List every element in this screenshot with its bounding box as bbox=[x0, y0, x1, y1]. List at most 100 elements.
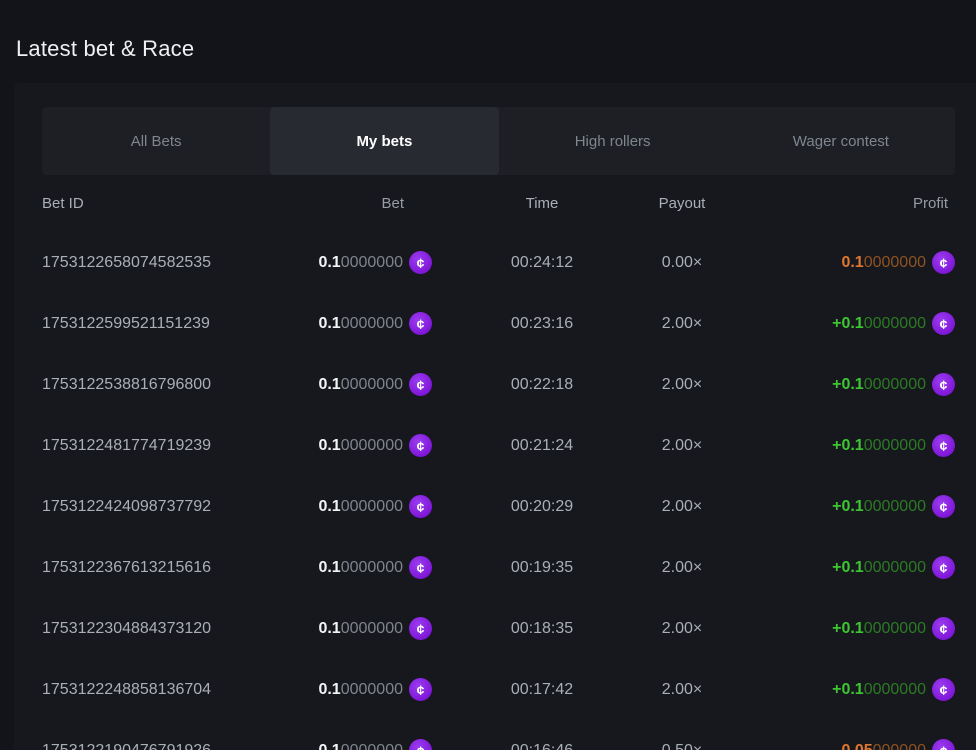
bet-profit: +0.10000000 ¢ bbox=[712, 373, 955, 396]
tab-all-bets[interactable]: All Bets bbox=[42, 107, 270, 175]
bet-id: 1753122481774719239 bbox=[42, 437, 282, 455]
bet-id: 1753122599521151239 bbox=[42, 315, 282, 333]
coin-icon: ¢ bbox=[409, 251, 432, 274]
tab-bar: All BetsMy betsHigh rollersWager contest bbox=[42, 107, 955, 175]
profit-significant: 0.1 bbox=[841, 254, 863, 271]
column-header-bet-id: Bet ID bbox=[42, 195, 282, 212]
table-row[interactable]: 1753122367613215616 0.10000000 ¢ 00:19:3… bbox=[42, 537, 955, 598]
bet-amount: 0.10000000 ¢ bbox=[282, 739, 432, 750]
table-row[interactable]: 1753122424098737792 0.10000000 ¢ 00:20:2… bbox=[42, 476, 955, 537]
bet-payout: 2.00× bbox=[652, 498, 712, 516]
bet-amount-significant: 0.1 bbox=[318, 620, 340, 637]
profit-zeros: 0000000 bbox=[864, 620, 926, 637]
coin-icon: ¢ bbox=[409, 373, 432, 396]
coin-icon: ¢ bbox=[409, 739, 432, 750]
profit-zeros: 0000000 bbox=[864, 559, 926, 576]
tab-high-rollers[interactable]: High rollers bbox=[499, 107, 727, 175]
bet-payout: 2.00× bbox=[652, 681, 712, 699]
coin-icon: ¢ bbox=[409, 434, 432, 457]
tab-my-bets[interactable]: My bets bbox=[270, 107, 498, 175]
profit-significant: +0.1 bbox=[832, 498, 864, 515]
bet-time: 00:16:46 bbox=[432, 742, 652, 750]
coin-icon: ¢ bbox=[932, 434, 955, 457]
bet-profit: 0.05000000 ¢ bbox=[712, 739, 955, 750]
profit-significant: +0.1 bbox=[832, 315, 864, 332]
coin-icon: ¢ bbox=[932, 678, 955, 701]
table-row[interactable]: 1753122658074582535 0.10000000 ¢ 00:24:1… bbox=[42, 232, 955, 293]
profit-significant: 0.05 bbox=[841, 742, 872, 750]
bet-amount-zeros: 0000000 bbox=[341, 315, 403, 332]
bet-amount-zeros: 0000000 bbox=[341, 681, 403, 698]
table-row[interactable]: 1753122304884373120 0.10000000 ¢ 00:18:3… bbox=[42, 598, 955, 659]
coin-icon: ¢ bbox=[932, 617, 955, 640]
bets-table: Bet ID Bet Time Payout Profit 1753122658… bbox=[14, 175, 976, 750]
bet-payout: 2.00× bbox=[652, 620, 712, 638]
bet-id: 1753122304884373120 bbox=[42, 620, 282, 638]
bet-payout: 0.50× bbox=[652, 742, 712, 750]
bet-id: 1753122190476791926 bbox=[42, 742, 282, 750]
table-header-row: Bet ID Bet Time Payout Profit bbox=[42, 175, 955, 232]
coin-icon: ¢ bbox=[932, 312, 955, 335]
table-row[interactable]: 1753122481774719239 0.10000000 ¢ 00:21:2… bbox=[42, 415, 955, 476]
bet-amount-zeros: 0000000 bbox=[341, 498, 403, 515]
profit-significant: +0.1 bbox=[832, 681, 864, 698]
bet-time: 00:21:24 bbox=[432, 437, 652, 455]
table-row[interactable]: 1753122599521151239 0.10000000 ¢ 00:23:1… bbox=[42, 293, 955, 354]
bet-amount: 0.10000000 ¢ bbox=[282, 495, 432, 518]
bet-time: 00:22:18 bbox=[432, 376, 652, 394]
bet-amount-zeros: 0000000 bbox=[341, 620, 403, 637]
profit-zeros: 0000000 bbox=[864, 315, 926, 332]
bet-amount-zeros: 0000000 bbox=[341, 742, 403, 750]
bets-table-body: 1753122658074582535 0.10000000 ¢ 00:24:1… bbox=[42, 232, 955, 750]
profit-zeros: 0000000 bbox=[864, 254, 926, 271]
coin-icon: ¢ bbox=[932, 556, 955, 579]
profit-zeros: 0000000 bbox=[864, 437, 926, 454]
profit-zeros: 000000 bbox=[873, 742, 926, 750]
bet-amount-zeros: 0000000 bbox=[341, 559, 403, 576]
latest-bets-panel: All BetsMy betsHigh rollersWager contest… bbox=[14, 83, 976, 750]
table-row[interactable]: 1753122248858136704 0.10000000 ¢ 00:17:4… bbox=[42, 659, 955, 720]
bet-amount-significant: 0.1 bbox=[318, 742, 340, 750]
bet-id: 1753122658074582535 bbox=[42, 254, 282, 272]
bet-profit: +0.10000000 ¢ bbox=[712, 556, 955, 579]
bet-amount-zeros: 0000000 bbox=[341, 376, 403, 393]
bet-profit: +0.10000000 ¢ bbox=[712, 434, 955, 457]
bet-amount-zeros: 0000000 bbox=[341, 254, 403, 271]
bet-profit: +0.10000000 ¢ bbox=[712, 617, 955, 640]
bet-amount-significant: 0.1 bbox=[318, 376, 340, 393]
table-row[interactable]: 1753122190476791926 0.10000000 ¢ 00:16:4… bbox=[42, 720, 955, 750]
bet-amount: 0.10000000 ¢ bbox=[282, 251, 432, 274]
bet-amount-significant: 0.1 bbox=[318, 498, 340, 515]
tab-wager-contest[interactable]: Wager contest bbox=[727, 107, 955, 175]
bet-amount: 0.10000000 ¢ bbox=[282, 678, 432, 701]
page-title: Latest bet & Race bbox=[16, 36, 194, 62]
bet-time: 00:20:29 bbox=[432, 498, 652, 516]
coin-icon: ¢ bbox=[409, 312, 432, 335]
column-header-time: Time bbox=[432, 195, 652, 212]
bet-amount: 0.10000000 ¢ bbox=[282, 373, 432, 396]
coin-icon: ¢ bbox=[932, 739, 955, 750]
bet-amount: 0.10000000 ¢ bbox=[282, 556, 432, 579]
coin-icon: ¢ bbox=[932, 251, 955, 274]
bet-amount-significant: 0.1 bbox=[318, 254, 340, 271]
bet-profit: +0.10000000 ¢ bbox=[712, 678, 955, 701]
bet-id: 1753122248858136704 bbox=[42, 681, 282, 699]
bet-amount-significant: 0.1 bbox=[318, 681, 340, 698]
profit-zeros: 0000000 bbox=[864, 681, 926, 698]
bet-amount-zeros: 0000000 bbox=[341, 437, 403, 454]
profit-significant: +0.1 bbox=[832, 620, 864, 637]
bet-time: 00:23:16 bbox=[432, 315, 652, 333]
bet-payout: 2.00× bbox=[652, 437, 712, 455]
bet-payout: 0.00× bbox=[652, 254, 712, 272]
profit-zeros: 0000000 bbox=[864, 376, 926, 393]
bet-payout: 2.00× bbox=[652, 315, 712, 333]
bet-id: 1753122367613215616 bbox=[42, 559, 282, 577]
bet-time: 00:19:35 bbox=[432, 559, 652, 577]
coin-icon: ¢ bbox=[409, 495, 432, 518]
table-row[interactable]: 1753122538816796800 0.10000000 ¢ 00:22:1… bbox=[42, 354, 955, 415]
profit-zeros: 0000000 bbox=[864, 498, 926, 515]
column-header-bet: Bet bbox=[282, 195, 432, 212]
bet-amount-significant: 0.1 bbox=[318, 559, 340, 576]
profit-significant: +0.1 bbox=[832, 437, 864, 454]
bet-time: 00:24:12 bbox=[432, 254, 652, 272]
